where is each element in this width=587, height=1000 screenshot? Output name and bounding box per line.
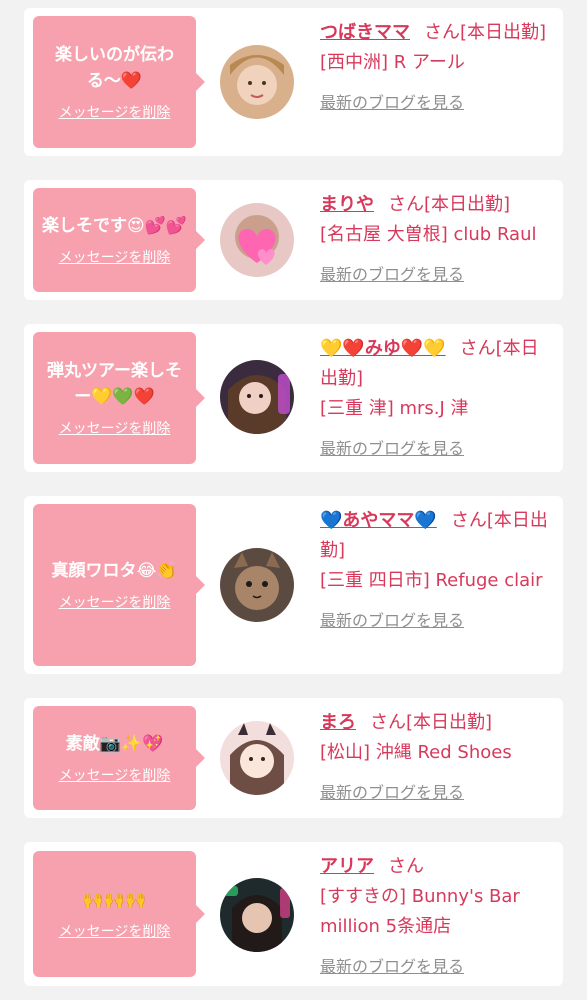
message-text: 楽しそです😍💕💕 (41, 216, 188, 236)
avatar-photo (220, 721, 294, 795)
shop-name: [松山] 沖縄 Red Shoes (320, 742, 512, 763)
message-text: 楽しいのが伝わる〜❤️ (55, 45, 174, 91)
message-bubble: 真顔ワロタ😂👏 メッセージを削除 (33, 504, 205, 666)
message-card: 弾丸ツアー楽しそー💛💚❤️ メッセージを削除 💛❤️みゆ❤️💛 さん[本日出勤] … (24, 324, 563, 472)
delete-message-link[interactable]: メッセージを削除 (59, 418, 171, 438)
message-bubble: 楽しいのが伝わる〜❤️ メッセージを削除 (33, 16, 205, 148)
avatar[interactable] (220, 548, 294, 622)
latest-blog-link[interactable]: 最新のブログを見る (320, 434, 464, 464)
message-bubble: 弾丸ツアー楽しそー💛💚❤️ メッセージを削除 (33, 332, 205, 464)
message-card: 素敵📷✨💖 メッセージを削除 まろ さん[本日出勤] [松山] 沖縄 Red Sh… (24, 698, 563, 818)
delete-message-link[interactable]: メッセージを削除 (59, 102, 171, 122)
delete-message-link[interactable]: メッセージを削除 (59, 592, 171, 612)
shop-name: [すすきの] Bunny's Bar million 5条通店 (320, 886, 520, 937)
user-status: さん[本日出勤] (388, 194, 511, 215)
avatar-photo (220, 45, 294, 119)
message-card: 🙌🙌🙌 メッセージを削除 アリア さん [すすきの] Bunny's Bar mi… (24, 842, 563, 986)
message-card: 真顔ワロタ😂👏 メッセージを削除 💙あやママ💙 さん[本日出勤] [三重 四日市]… (24, 496, 563, 674)
user-status: さん[本日出勤] (424, 22, 547, 43)
avatar-photo (220, 360, 294, 434)
latest-blog-link[interactable]: 最新のブログを見る (320, 606, 464, 636)
user-name-link[interactable]: まりや (320, 194, 374, 215)
message-text: 真顔ワロタ😂👏 (51, 561, 178, 581)
avatar-photo (220, 203, 294, 277)
avatar[interactable] (220, 203, 294, 277)
latest-blog-link[interactable]: 最新のブログを見る (320, 778, 464, 808)
shop-name: [名古屋 大曽根] club Raul (320, 224, 537, 245)
message-card: 楽しそです😍💕💕 メッセージを削除 まりや さん[本日出勤] [名古屋 大曽根] … (24, 180, 563, 300)
message-list: 楽しいのが伝わる〜❤️ メッセージを削除 つばきママ さん[本日出勤] [西中洲]… (0, 0, 587, 1000)
avatar-photo (220, 878, 294, 952)
delete-message-link[interactable]: メッセージを削除 (59, 921, 171, 941)
user-name-link[interactable]: 💙あやママ💙 (320, 510, 437, 531)
user-name-link[interactable]: アリア (320, 856, 374, 877)
message-text: 素敵📷✨💖 (65, 734, 164, 754)
avatar[interactable] (220, 360, 294, 434)
message-card: 楽しいのが伝わる〜❤️ メッセージを削除 つばきママ さん[本日出勤] [西中洲]… (24, 8, 563, 156)
user-status: さん[本日出勤] (370, 712, 493, 733)
user-name-link[interactable]: 💛❤️みゆ❤️💛 (320, 338, 446, 359)
message-text: 弾丸ツアー楽しそー💛💚❤️ (47, 361, 182, 407)
shop-name: [三重 津] mrs.J 津 (320, 398, 469, 419)
message-bubble: 楽しそです😍💕💕 メッセージを削除 (33, 188, 205, 292)
latest-blog-link[interactable]: 最新のブログを見る (320, 952, 464, 982)
avatar[interactable] (220, 721, 294, 795)
user-name-link[interactable]: まろ (320, 712, 356, 733)
shop-name: [三重 四日市] Refuge clair (320, 570, 543, 591)
message-bubble: 🙌🙌🙌 メッセージを削除 (33, 851, 205, 977)
user-status: さん (388, 856, 424, 877)
latest-blog-link[interactable]: 最新のブログを見る (320, 88, 464, 118)
avatar[interactable] (220, 878, 294, 952)
avatar[interactable] (220, 45, 294, 119)
avatar-photo (220, 548, 294, 622)
delete-message-link[interactable]: メッセージを削除 (59, 247, 171, 267)
delete-message-link[interactable]: メッセージを削除 (59, 765, 171, 785)
latest-blog-link[interactable]: 最新のブログを見る (320, 260, 464, 290)
message-text: 🙌🙌🙌 (82, 890, 147, 910)
user-name-link[interactable]: つばきママ (320, 22, 410, 43)
message-bubble: 素敵📷✨💖 メッセージを削除 (33, 706, 205, 810)
shop-name: [西中洲] R アール (320, 52, 465, 73)
